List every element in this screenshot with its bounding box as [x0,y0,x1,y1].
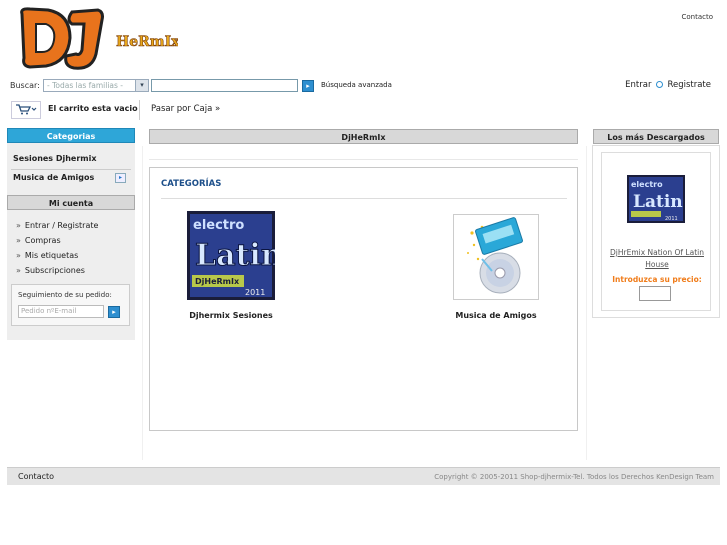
top-download-image[interactable]: electro Latin 2011 [627,175,685,223]
order-number-email-input[interactable]: Pedido nºE-mail [18,305,104,318]
price-input-label: Introduzca su precio: [612,275,702,284]
chevron-down-icon[interactable]: ▾ [135,80,148,91]
account-link-subscriptions[interactable]: » Subscripciones [16,266,85,275]
separator-ring-icon [656,81,664,88]
divider [11,169,131,170]
svg-text:2011: 2011 [245,288,265,297]
login-link[interactable]: Entrar [625,80,651,90]
bullet-icon: » [16,221,21,230]
account-link-label: Mis etiquetas [24,251,79,260]
account-header: Mi cuenta [7,195,135,210]
advanced-search-link[interactable]: Búsqueda avanzada [321,81,392,89]
svg-text:electro: electro [631,180,663,189]
categories-panel: CATEGORÍAS electro Latin DjHeRmIx 2011 D… [149,167,578,431]
svg-text:DjHeRmIx: DjHeRmIx [195,277,240,286]
divider [139,100,140,120]
arrow-right-icon: ▸ [306,82,310,90]
price-input[interactable] [639,286,671,301]
sidebar-category-musica[interactable]: Musica de Amigos [13,173,94,182]
category-name-sesiones[interactable]: Djhermix Sesiones [160,311,302,320]
category-name-musica[interactable]: Musica de Amigos [430,311,562,320]
search-submit-button[interactable]: ▸ [302,80,314,92]
top-download-name-link[interactable]: DjHrEmix Nation Of Latin House [608,247,706,271]
cart-status-text: El carrito esta vacio [48,104,138,113]
left-sidebar: Categorias Sesiones Djhermix Musica de A… [7,128,135,340]
order-email-placeholder: E-mail [54,307,77,315]
top-download-item: electro Latin 2011 DjHrEmix Nation Of La… [601,152,711,311]
svg-text:electro: electro [193,218,244,233]
category-image-musica[interactable] [453,214,539,300]
footer-contact-link[interactable]: Contacto [18,472,54,481]
divider [142,146,143,460]
account-link-label: Subscripciones [24,266,85,275]
register-link[interactable]: Registrate [667,80,711,90]
divider [586,146,587,460]
electro-latin-cover-image: electro Latin DjHeRmIx 2011 [187,211,283,300]
order-tracking-box: Seguimiento de su pedido: Pedido nºE-mai… [11,284,130,326]
account-link-login[interactable]: » Entrar / Registrate [16,221,98,230]
main-header: DjHeRmIx [149,129,578,144]
top-downloads-header: Los más Descargados [593,129,719,144]
order-tracking-label: Seguimiento de su pedido: [18,291,112,299]
svg-text:Latin: Latin [633,192,683,212]
login-area: Entrar Registrate [625,80,711,90]
search-label: Buscar: [10,81,40,90]
divider [149,159,578,160]
footer: Contacto Copyright © 2005-2011 Shop-djhe… [7,467,720,485]
electro-latin-cover-image: electro Latin 2011 [627,175,685,223]
svg-text:HeRmIx: HeRmIx [116,34,178,50]
top-contact-link[interactable]: Contacto [681,13,713,21]
category-image-sesiones[interactable]: electro Latin DjHeRmIx 2011 [187,211,283,300]
divider [161,198,567,199]
arrow-right-icon: ▸ [112,308,116,316]
bullet-icon: » [16,236,21,245]
family-select[interactable]: - Todas las familias - ▾ [43,79,149,92]
svg-text:Latin: Latin [195,238,275,273]
account-link-purchases[interactable]: » Compras [16,236,61,245]
copyright-text: Copyright © 2005-2011 Shop-djhermix-Tel.… [434,473,714,481]
section-title: CATEGORÍAS [161,179,222,189]
account-link-label: Entrar / Registrate [24,221,99,230]
logo-graphic: HeRmIx [20,7,180,70]
site-logo[interactable]: HeRmIx [18,4,180,70]
categories-header: Categorias [7,128,135,143]
cart-button[interactable] [11,101,41,119]
cd-cassette-image [467,217,523,294]
sidebar-category-sesiones[interactable]: Sesiones Djhermix [13,154,97,163]
order-number-placeholder: Pedido nº [21,307,55,315]
bullet-icon: » [16,251,21,260]
expand-arrow-icon[interactable]: ▸ [115,173,126,183]
svg-text:2011: 2011 [665,216,678,222]
account-link-tags[interactable]: » Mis etiquetas [16,251,78,260]
cart-icon [16,104,37,115]
order-tracking-submit-button[interactable]: ▸ [108,306,120,318]
account-link-label: Compras [24,236,61,245]
search-input[interactable] [151,79,298,92]
bullet-icon: » [16,266,21,275]
family-select-value: - Todas las familias - [47,81,123,90]
checkout-link[interactable]: Pasar por Caja » [151,104,220,114]
